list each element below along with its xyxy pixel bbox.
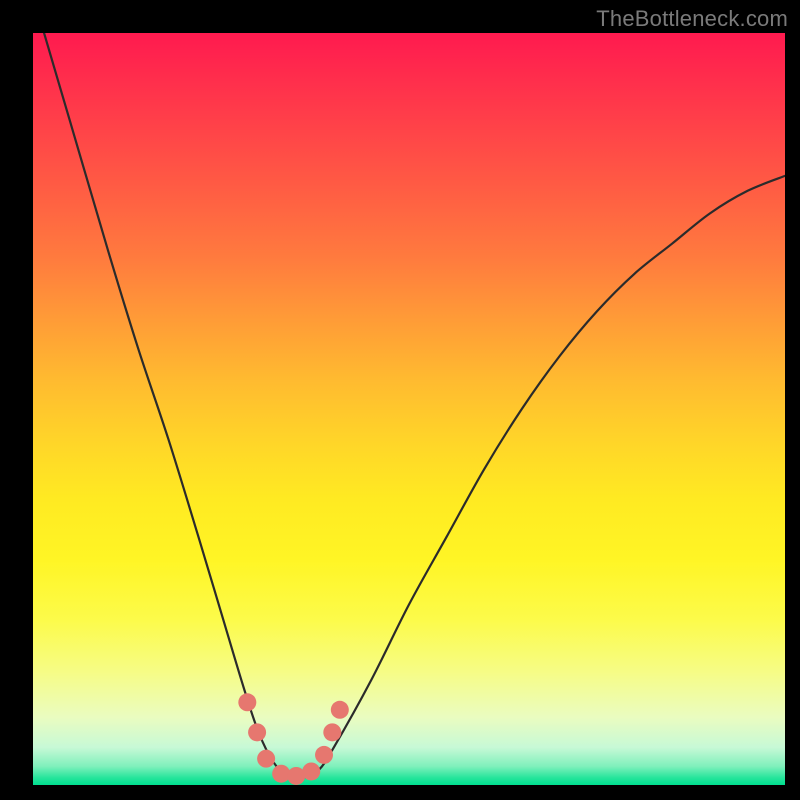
curve-markers — [238, 693, 348, 785]
plot-area — [33, 33, 785, 785]
curve-marker — [331, 701, 349, 719]
curve-marker — [302, 762, 320, 780]
curve-marker — [323, 723, 341, 741]
curve-marker — [257, 750, 275, 768]
curve-marker — [248, 723, 266, 741]
curve-layer — [33, 33, 785, 785]
chart-frame: TheBottleneck.com — [0, 0, 800, 800]
watermark-text: TheBottleneck.com — [596, 6, 788, 32]
curve-marker — [238, 693, 256, 711]
bottleneck-curve — [33, 33, 785, 779]
curve-marker — [272, 765, 290, 783]
curve-marker — [315, 746, 333, 764]
